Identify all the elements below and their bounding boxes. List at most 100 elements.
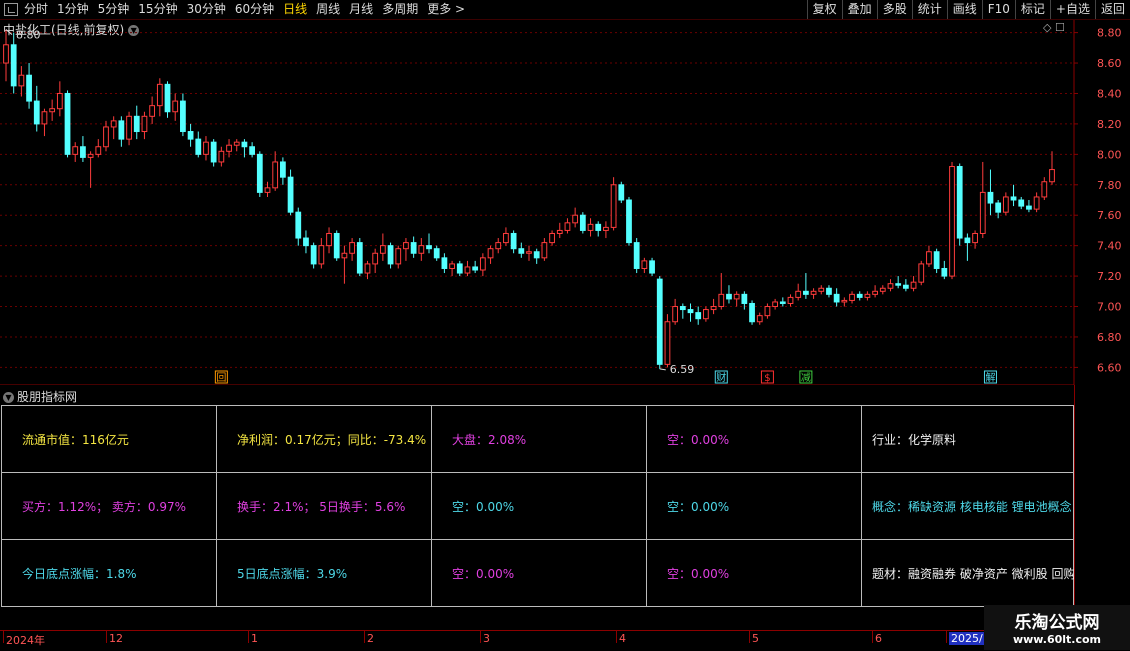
candle-body[interactable] <box>595 223 602 231</box>
candle-body[interactable] <box>141 115 148 133</box>
candle-body[interactable] <box>626 199 632 244</box>
candle-body[interactable] <box>264 187 271 193</box>
candle-body[interactable] <box>733 293 740 300</box>
period-tab[interactable]: 月线 <box>349 0 373 19</box>
candle-body[interactable] <box>403 242 409 250</box>
candle-body[interactable] <box>672 306 679 323</box>
candle-body[interactable] <box>641 260 648 269</box>
candle-body[interactable] <box>610 184 617 228</box>
candle-body[interactable] <box>518 248 525 254</box>
candle-body[interactable] <box>418 245 425 254</box>
candle-body[interactable] <box>287 176 294 213</box>
candle-body[interactable] <box>849 293 855 301</box>
candle-body[interactable] <box>887 283 894 289</box>
candle-body[interactable] <box>1033 196 1040 210</box>
candle-body[interactable] <box>656 278 663 365</box>
event-marker[interactable]: $ <box>764 373 770 384</box>
candle-body[interactable] <box>95 146 102 155</box>
candle-body[interactable] <box>80 146 86 158</box>
candle-body[interactable] <box>187 131 194 140</box>
candle-body[interactable] <box>703 309 709 320</box>
candle-body[interactable] <box>987 191 994 204</box>
candle-body[interactable] <box>326 232 332 247</box>
toolbar-button[interactable]: 标记 <box>1014 0 1050 19</box>
candle-body[interactable] <box>149 105 156 117</box>
candle-body[interactable] <box>649 260 655 274</box>
candle-body[interactable] <box>72 146 79 155</box>
candle-body[interactable] <box>726 293 732 300</box>
period-tab[interactable]: 周线 <box>316 0 340 19</box>
candle-body[interactable] <box>633 242 640 269</box>
candle-body[interactable] <box>441 257 448 269</box>
candle-body[interactable] <box>49 108 56 113</box>
candle-body[interactable] <box>295 211 302 239</box>
candle-body[interactable] <box>718 293 725 308</box>
period-tab[interactable]: 5分钟 <box>98 0 130 19</box>
candle-body[interactable] <box>203 141 209 155</box>
period-tab[interactable]: 分时 <box>24 0 48 19</box>
period-tab[interactable]: 1分钟 <box>57 0 89 19</box>
candle-body[interactable] <box>464 266 471 274</box>
candle-body[interactable] <box>164 83 171 113</box>
toolbar-button[interactable]: 叠加 <box>841 0 877 19</box>
candle-body[interactable] <box>349 242 355 254</box>
candle-body[interactable] <box>787 296 794 304</box>
candle-body[interactable] <box>549 232 555 244</box>
candle-body[interactable] <box>110 120 117 128</box>
candle-body[interactable] <box>3 44 9 64</box>
candle-body[interactable] <box>926 251 932 265</box>
toolbar-button[interactable]: F10 <box>981 0 1015 19</box>
candle-body[interactable] <box>579 214 586 231</box>
candle-body[interactable] <box>895 283 902 286</box>
candle-body[interactable] <box>902 284 909 289</box>
candle-body[interactable] <box>433 248 440 259</box>
candle-body[interactable] <box>87 153 94 158</box>
candle-body[interactable] <box>564 222 571 231</box>
candle-body[interactable] <box>172 100 179 113</box>
candle-body[interactable] <box>495 242 502 250</box>
candle-body[interactable] <box>487 248 494 259</box>
candle-body[interactable] <box>856 293 863 298</box>
period-tab[interactable]: 更多 > <box>427 0 465 19</box>
candle-body[interactable] <box>333 232 340 259</box>
candle-body[interactable] <box>872 290 878 295</box>
candle-body[interactable] <box>510 232 517 250</box>
candle-body[interactable] <box>879 287 886 292</box>
candle-body[interactable] <box>695 312 702 320</box>
candle-body[interactable] <box>533 251 540 259</box>
candle-body[interactable] <box>103 126 109 148</box>
layout-icon[interactable] <box>4 3 18 16</box>
toolbar-button[interactable]: 多股 <box>876 0 912 19</box>
toolbar-button[interactable]: 统计 <box>911 0 947 19</box>
candle-body[interactable] <box>318 245 325 265</box>
candle-body[interactable] <box>618 184 625 201</box>
candle-body[interactable] <box>395 248 402 265</box>
candle-body[interactable] <box>341 252 348 259</box>
candle-body[interactable] <box>749 302 755 323</box>
candle-body[interactable] <box>1002 196 1009 213</box>
candle-body[interactable] <box>410 242 417 254</box>
candle-body[interactable] <box>156 83 163 107</box>
candle-body[interactable] <box>210 141 217 163</box>
candle-body[interactable] <box>941 267 948 277</box>
candle-body[interactable] <box>218 150 225 163</box>
candle-body[interactable] <box>572 214 579 224</box>
candle-body[interactable] <box>133 115 140 133</box>
candle-body[interactable] <box>356 242 363 274</box>
candle-body[interactable] <box>26 74 32 102</box>
candle-body[interactable] <box>841 299 848 303</box>
candle-body[interactable] <box>1010 196 1017 201</box>
candle-body[interactable] <box>279 161 286 178</box>
candle-body[interactable] <box>387 245 394 265</box>
period-tab[interactable]: 15分钟 <box>138 0 177 19</box>
toolbar-button[interactable]: 返回 <box>1094 0 1130 19</box>
candle-body[interactable] <box>126 115 132 140</box>
candle-body[interactable] <box>833 293 840 303</box>
candle-body[interactable] <box>756 315 763 323</box>
toolbar-button[interactable]: +自选 <box>1049 0 1095 19</box>
candle-body[interactable] <box>241 141 248 148</box>
candlestick-chart[interactable]: 8.80 8.60 8.40 8.20 8.00 7.80 7.60 7.40 7.20 7.00… <box>0 20 1130 385</box>
candle-body[interactable] <box>56 92 63 110</box>
candle-body[interactable] <box>256 153 263 193</box>
candle-body[interactable] <box>310 245 317 265</box>
